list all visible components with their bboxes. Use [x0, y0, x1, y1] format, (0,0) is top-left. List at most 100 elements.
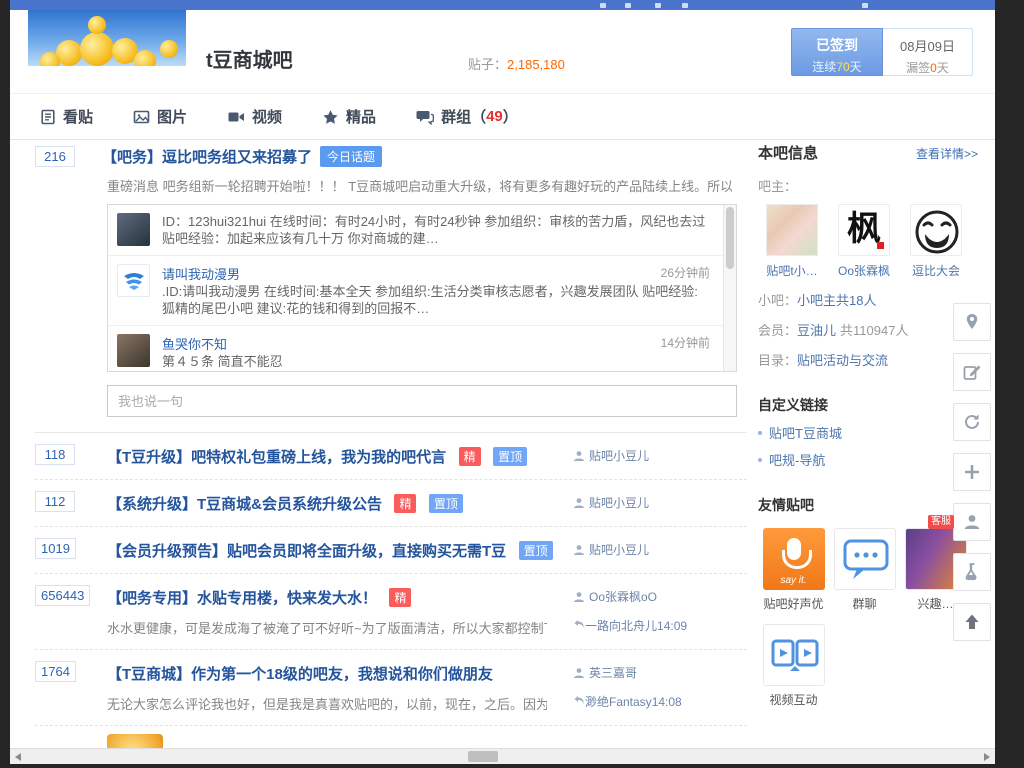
group-count: 49 — [486, 108, 503, 125]
sidebar-info-row: 小吧：小吧主共18人 — [758, 290, 978, 309]
thread-title-link[interactable]: 【会员升级预告】贴吧会员即将全面升级，直接购买无需T豆 — [107, 543, 506, 560]
replies-scrollbar[interactable] — [723, 205, 736, 371]
featured-badge: 精 — [389, 588, 411, 607]
location-pin-icon — [962, 312, 982, 332]
quick-reply-input[interactable] — [107, 385, 737, 417]
subscribe-plus-button[interactable] — [953, 453, 991, 491]
author-icon — [573, 450, 585, 462]
bar-owner[interactable]: 贴吧t小… — [758, 204, 826, 279]
scroll-right-arrow[interactable] — [984, 753, 990, 761]
friend-bar[interactable]: 视频互动 — [758, 624, 829, 708]
horizontal-scrollbar-thumb[interactable] — [468, 751, 498, 762]
signin-button[interactable]: 已签到 连续70天 — [791, 28, 883, 76]
microphone-icon — [787, 538, 801, 560]
reply-text: ID：123hui321hui 在线时间：有时24小时，有时24秒钟 参加组织：… — [162, 213, 710, 247]
tab-pictures[interactable]: 图片 — [133, 106, 187, 127]
tieba-forum-page: t豆商城吧 贴子：2,185,180 已签到 连续70天 08月09日 漏签0天… — [10, 0, 995, 748]
thread-author[interactable]: 贴吧小豆儿 — [589, 496, 649, 510]
friend-bar[interactable]: 群聊 — [829, 528, 900, 612]
custom-link[interactable]: 贴吧T豆商城 — [758, 423, 978, 442]
thread-title-link[interactable]: 【吧务】逗比吧务组又来招募了 — [102, 146, 312, 167]
bar-owner[interactable]: 枫 Oo张霖枫 — [830, 204, 898, 279]
scroll-left-arrow[interactable] — [15, 753, 21, 761]
owner-avatar — [766, 204, 818, 256]
replies-scrollbar-thumb[interactable] — [726, 207, 734, 269]
friend-bar[interactable]: say it. 贴吧好声优 — [758, 528, 829, 612]
thread-author[interactable]: Oo张霖枫oO — [589, 590, 657, 604]
lab-button[interactable] — [953, 553, 991, 591]
compose-post-button[interactable] — [953, 353, 991, 391]
thread-row: 1764 【T豆商城】作为第一个18级的吧友，我想说和你们做朋友 英三嘉哥 无论… — [35, 650, 747, 726]
top-strip-icon — [625, 3, 631, 8]
reply-time: 14分钟前 — [661, 334, 710, 351]
signin-streak: 连续70天 — [792, 58, 882, 75]
back-to-top-button[interactable] — [953, 603, 991, 641]
author-icon — [573, 667, 585, 679]
reply-avatar[interactable] — [117, 264, 150, 297]
sidebar-info-title: 本吧信息 — [758, 142, 818, 163]
video-chat-icon — [764, 625, 825, 686]
forum-title: t豆商城吧 — [206, 44, 293, 73]
tab-posts[interactable]: 看贴 — [40, 106, 93, 127]
last-replier[interactable]: 一路向北舟儿 — [585, 619, 657, 633]
reply-avatar[interactable] — [117, 213, 150, 246]
category-link[interactable]: 贴吧活动与交流 — [797, 353, 888, 368]
pinned-badge: 置顶 — [493, 447, 527, 466]
floating-toolbar: 客服 — [953, 303, 993, 653]
thread-image-thumbnail[interactable] — [107, 734, 163, 748]
thread-title-link[interactable]: 【系统升级】T豆商城&会员系统升级公告 — [107, 496, 382, 513]
last-reply-time: 14:09 — [657, 619, 687, 633]
custom-link[interactable]: 吧规-导航 — [758, 450, 978, 469]
coin-graphic — [160, 40, 178, 58]
pinned-badge: 置顶 — [519, 541, 553, 560]
bar-owner-label: 吧主： — [758, 176, 978, 195]
view-details-link[interactable]: 查看详情>> — [916, 145, 978, 162]
reply-count-badge: 1019 — [35, 538, 76, 559]
location-pin-button[interactable] — [953, 303, 991, 341]
star-icon — [322, 109, 339, 125]
person-icon — [962, 512, 982, 532]
last-reply-icon — [573, 694, 585, 706]
thread-item-expanded: 216 【吧务】逗比吧务组又来招募了 今日话题 重磅消息 吧务组新一轮招聘开始啦… — [35, 140, 747, 428]
thread-author[interactable]: 英三嘉哥 — [589, 666, 637, 680]
thread-author[interactable]: 贴吧小豆儿 — [589, 449, 649, 463]
tab-groups[interactable]: 群组（49） — [416, 106, 518, 127]
thread-author[interactable]: 贴吧小豆儿 — [589, 543, 649, 557]
coin-graphic — [40, 52, 60, 66]
reply-author[interactable]: 鱼哭你不知 — [162, 334, 710, 353]
forum-logo[interactable] — [28, 10, 186, 66]
featured-badge: 精 — [459, 447, 481, 466]
sidebar-info-row: 目录：贴吧活动与交流 — [758, 350, 978, 369]
posts-counter: 贴子：2,185,180 — [468, 54, 565, 73]
tab-videos[interactable]: 视频 — [227, 106, 282, 127]
inline-replies-box: ID：123hui321hui 在线时间：有时24小时，有时24秒钟 参加组织：… — [107, 204, 737, 372]
reply-avatar[interactable] — [117, 334, 150, 367]
thread-title-link[interactable]: 【T豆商城】作为第一个18级的吧友，我想说和你们做朋友 — [107, 666, 493, 683]
toolbar-badge: 客服 — [928, 515, 954, 529]
thread-title-link[interactable]: 【T豆升级】吧特权礼包重磅上线，我为我的吧代言 — [107, 449, 446, 466]
horizontal-scrollbar[interactable] — [10, 748, 995, 764]
bar-owner[interactable]: 逗比大会 — [902, 204, 970, 279]
reply-count-badge: 656443 — [35, 585, 90, 606]
posts-label: 贴子： — [468, 57, 507, 72]
plus-icon — [962, 462, 982, 482]
tab-featured[interactable]: 精品 — [322, 106, 376, 127]
inline-reply: 14分钟前 鱼哭你不知 第４５条 简直不能忍 — [108, 326, 736, 372]
thread-preview: 重磅消息 吧务组新一轮招聘开始啦！！！ T豆商城吧启动重大升级，将有更多有趣好玩… — [107, 176, 732, 195]
members-link[interactable]: 豆油儿 — [797, 323, 836, 338]
last-replier[interactable]: 渺绝Fantasy — [585, 695, 652, 709]
customer-service-button[interactable]: 客服 — [953, 503, 991, 541]
signin-widget: 已签到 连续70天 08月09日 漏签0天 — [791, 28, 973, 76]
friend-bars-title: 友情贴吧 — [758, 495, 978, 515]
avatar-logo-icon — [122, 271, 146, 291]
friend-bar-tile — [834, 528, 896, 590]
thread-row: 112 【系统升级】T豆商城&会员系统升级公告 精 置顶 贴吧小豆儿 — [35, 480, 747, 527]
owner-avatar — [910, 204, 962, 256]
reply-author[interactable]: 请叫我动漫男 — [162, 264, 710, 283]
refresh-button[interactable] — [953, 403, 991, 441]
signin-missed: 漏签0天 — [883, 59, 972, 76]
tab-label: 精品 — [346, 106, 376, 127]
thread-title-link[interactable]: 【吧务专用】水贴专用楼，快来发大水！ — [107, 590, 377, 607]
assistant-owners-link[interactable]: 小吧主共18人 — [797, 293, 876, 308]
inline-reply: 26分钟前 请叫我动漫男 .ID:请叫我动漫男 在线时间:基本全天 参加组织:生… — [108, 256, 736, 326]
